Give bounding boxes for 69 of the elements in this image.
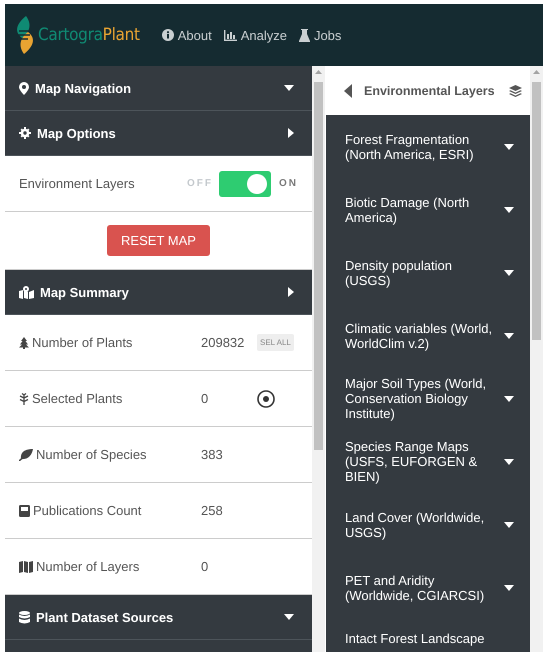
layer-item[interactable]: Density population (USGS) (326, 241, 530, 304)
layer-item[interactable]: Species Range Maps (USFS, EUFORGEN & BIEN) (326, 430, 530, 493)
accordion-header[interactable]: Map Navigation (5, 66, 312, 111)
layer-item[interactable]: Forest Fragmentation (North America, ESRI) (326, 115, 530, 178)
toggle-switch[interactable] (219, 170, 271, 196)
caret-icon (504, 206, 514, 212)
bar-chart-icon (224, 30, 237, 40)
stat-label: Selected Plants (32, 391, 122, 406)
map-icon (19, 560, 33, 572)
section-title: Map Summary (40, 284, 129, 300)
off-label: OFF (187, 178, 213, 189)
section-title: Map Options (37, 126, 116, 140)
section-title: Plant Dataset Sources (36, 610, 174, 624)
caret-icon (504, 584, 514, 590)
toggle-label: Environment Layers (19, 176, 136, 191)
caret-icon (504, 396, 514, 402)
seedling-icon (19, 392, 29, 404)
stat-label: Publications Count (33, 503, 142, 518)
stat-value: 209832 (201, 335, 246, 350)
caret-icon (504, 458, 514, 464)
caret-icon (504, 144, 514, 150)
book-icon (19, 504, 30, 516)
target-icon[interactable] (257, 390, 275, 408)
layer-item[interactable]: Major Soil Types (World, Conservation Biology Institute) (326, 367, 530, 430)
layer-item[interactable]: PET and Aridity (Worldwide, CGIARCSI) (326, 556, 530, 619)
scroll-up-icon[interactable] (533, 70, 540, 74)
leaf-logo-icon (14, 16, 36, 54)
caret-icon (284, 614, 294, 620)
flask-icon (298, 28, 310, 42)
layer-item[interactable]: Intact Forest Landscape (326, 619, 530, 652)
nav-link[interactable]: About (162, 28, 212, 42)
caret-icon (504, 522, 514, 528)
map-pin-icon (19, 82, 29, 94)
caret-icon (288, 128, 294, 138)
stat-value: 0 (201, 391, 210, 406)
map-icon (19, 286, 34, 298)
logo-text[interactable]: CartograPlant (38, 25, 140, 45)
scrollbar-thumb[interactable] (532, 82, 541, 340)
stat-label: Number of Species (36, 447, 147, 462)
panel-title: Environmental Layers (364, 84, 496, 98)
scrollbar-thumb[interactable] (314, 82, 323, 450)
gear-icon (19, 127, 31, 139)
layer-item[interactable]: Biotic Damage (North America) (326, 178, 530, 241)
stat-value: 0 (201, 559, 210, 574)
database-icon (19, 610, 30, 624)
nav-link[interactable]: Analyze (224, 28, 287, 42)
stat-label: Number of Plants (32, 335, 132, 350)
accordion-header[interactable]: Plant Dataset Sources (5, 595, 312, 640)
layers-icon (509, 84, 522, 96)
reset-map-button[interactable]: RESET MAP (107, 225, 210, 256)
back-arrow-icon[interactable] (344, 84, 352, 98)
caret-icon (504, 270, 514, 276)
stat-value: 258 (201, 503, 224, 518)
nav-link[interactable]: Jobs (298, 28, 342, 42)
caret-icon (504, 332, 514, 338)
accordion-header[interactable]: Map Options (5, 111, 312, 156)
scroll-up-icon[interactable] (315, 70, 322, 74)
tree-icon (19, 336, 29, 348)
layer-item[interactable]: Land Cover (Worldwide, USGS) (326, 493, 530, 556)
leaf-icon (19, 448, 33, 460)
stat-value: 383 (201, 447, 224, 462)
caret-icon (284, 85, 294, 91)
layer-item[interactable]: Climatic variables (World, WorldClim v.2) (326, 304, 530, 367)
info-icon (162, 29, 174, 41)
section-title: Map Navigation (35, 80, 132, 96)
accordion-header[interactable]: Map Summary (5, 270, 312, 315)
on-label: ON (279, 178, 298, 189)
caret-icon (288, 287, 294, 297)
stat-label: Number of Layers (36, 559, 140, 574)
